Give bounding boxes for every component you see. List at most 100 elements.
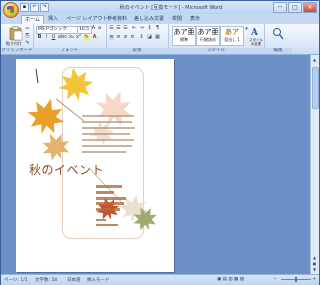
event-detail-line	[96, 197, 126, 200]
copy-icon[interactable]: ⎘	[25, 34, 30, 39]
bullets-icon[interactable]: ☰	[109, 26, 114, 31]
align-right-icon[interactable]: ≡	[123, 35, 128, 40]
language-indicator[interactable]: 日本語	[67, 277, 81, 283]
highlight-icon[interactable]: ✎	[84, 35, 89, 40]
close-button[interactable]: ✕	[303, 2, 317, 13]
office-button[interactable]	[3, 2, 19, 18]
styles-group: あア亜 標準 あア亜 行間詰め あア 見出し 1 ▾ A スタイルの変更 スタイ…	[168, 24, 265, 54]
event-detail-line	[96, 208, 120, 211]
zoom-slider-thumb[interactable]	[295, 277, 297, 282]
line-spacing-icon[interactable]: ↕	[139, 35, 144, 40]
grow-font-icon[interactable]: A	[91, 26, 96, 31]
body-text-line	[82, 151, 126, 153]
style-no-spacing-preview: あア亜	[197, 28, 219, 36]
vertical-scrollbar[interactable]: ▲ ▲ ● ▼	[310, 55, 319, 274]
superscript-icon[interactable]: x²	[76, 35, 81, 40]
svg-text:A: A	[250, 28, 259, 37]
tab-view[interactable]: 表示	[187, 15, 203, 24]
bold-icon[interactable]: B	[37, 35, 42, 40]
style-normal-label: 標準	[180, 37, 188, 42]
tab-review[interactable]: 校閲	[169, 15, 185, 24]
decrease-indent-icon[interactable]: ⇤	[132, 26, 137, 31]
body-text-line	[82, 145, 132, 147]
strikethrough-icon[interactable]: abc	[58, 35, 67, 40]
ribbon: 貼り付け ✂ ⎘ ✎ クリップボード MS Pゴシック 10.5 A a B I…	[1, 24, 319, 55]
body-text-line	[82, 139, 134, 141]
shading-icon[interactable]: ◪	[147, 35, 152, 40]
borders-icon[interactable]: ▦	[155, 35, 160, 40]
minimize-button[interactable]: ─	[273, 2, 287, 13]
ribbon-tabs: ホーム 挿入 ページ レイアウト 参考資料 差し込み文書 校閲 表示	[1, 14, 319, 25]
scroll-up-icon[interactable]: ▲	[312, 57, 317, 62]
document-page[interactable]: 秋のイベント	[16, 59, 174, 272]
cut-icon[interactable]: ✂	[25, 27, 30, 32]
event-detail-line	[96, 202, 124, 205]
font-group: MS Pゴシック 10.5 A a B I U abc x₂ x² ✎ A フォ…	[33, 24, 107, 54]
next-page-icon[interactable]: ▼	[312, 267, 317, 272]
title-bar: ▪ ↶ ↷ 秋のイベント [互換モード] - Microsoft Word ─ …	[1, 1, 319, 15]
format-painter-icon[interactable]: ✎	[25, 41, 30, 46]
styles-more-icon[interactable]: ▾	[244, 27, 249, 32]
view-buttons: ▣ ▤ ▥ ▦ ▧	[217, 277, 244, 282]
style-normal-preview: あア亜	[173, 28, 195, 36]
change-styles-icon[interactable]: A	[250, 27, 262, 37]
scroll-thumb[interactable]	[312, 67, 319, 109]
window-controls: ─ □ ✕	[273, 2, 317, 13]
word-count[interactable]: 文字数: 58	[35, 277, 57, 283]
show-marks-icon[interactable]: ¶	[155, 26, 160, 31]
justify-icon[interactable]: ≡	[130, 35, 135, 40]
page-count[interactable]: ページ: 1/1	[4, 277, 28, 283]
maximize-button[interactable]: □	[288, 2, 302, 13]
event-detail-line	[96, 219, 106, 221]
paragraph-group-label: 段落	[106, 48, 168, 54]
font-color-icon[interactable]: A	[92, 35, 97, 40]
status-bar: ページ: 1/1 文字数: 58 日本語 挿入モード ▣ ▤ ▥ ▦ ▧ − +	[1, 274, 319, 285]
tab-insert[interactable]: 挿入	[45, 15, 61, 24]
italic-icon[interactable]: I	[44, 35, 49, 40]
tab-references[interactable]: 参考資料	[104, 15, 130, 24]
shrink-font-icon[interactable]: a	[97, 26, 102, 31]
subscript-icon[interactable]: x₂	[69, 35, 74, 40]
style-heading-1-label: 見出し 1	[224, 37, 240, 42]
numbering-icon[interactable]: ☰	[116, 26, 121, 31]
editing-group: 編集	[264, 24, 292, 54]
underline-icon[interactable]: U	[51, 35, 56, 40]
font-group-label: フォント	[33, 48, 106, 54]
insert-mode-indicator[interactable]: 挿入モード	[87, 277, 110, 283]
save-icon[interactable]: ▪	[20, 3, 29, 12]
redo-icon[interactable]: ↷	[40, 3, 49, 12]
style-normal[interactable]: あア亜 標準	[172, 26, 196, 46]
font-name-select[interactable]: MS Pゴシック	[36, 26, 78, 34]
paste-label[interactable]: 貼り付け	[6, 41, 22, 47]
align-center-icon[interactable]: ≡	[116, 35, 121, 40]
event-detail-line	[96, 191, 114, 194]
change-styles-label[interactable]: スタイルの変更	[248, 38, 264, 46]
paragraph-group: ☰ ☰ ☰ ⇤ ⇥ ↕ ¶ ≡ ≡ ≡ ≡ ↕ ◪ ▦ 段落	[106, 24, 169, 54]
find-icon[interactable]	[272, 27, 284, 41]
font-size-select[interactable]: 10.5	[77, 26, 92, 34]
zoom-out-icon[interactable]: −	[273, 277, 277, 282]
style-heading-1[interactable]: あア 見出し 1	[220, 26, 244, 46]
clipboard-group-label: クリップボード	[1, 48, 33, 54]
event-detail-line	[96, 224, 118, 226]
paste-icon[interactable]	[9, 26, 23, 41]
previous-page-icon[interactable]: ▲	[312, 255, 317, 260]
event-detail-line	[96, 185, 122, 188]
align-left-icon[interactable]: ≡	[109, 35, 114, 40]
multilevel-list-icon[interactable]: ☰	[123, 26, 128, 31]
style-no-spacing[interactable]: あア亜 行間詰め	[196, 26, 220, 46]
undo-icon[interactable]: ↶	[30, 3, 39, 12]
increase-indent-icon[interactable]: ⇥	[139, 26, 144, 31]
document-title: 秋のイベント	[29, 163, 105, 177]
body-text-line	[82, 121, 132, 123]
zoom-in-icon[interactable]: +	[312, 277, 316, 282]
body-text-line	[82, 133, 130, 135]
style-no-spacing-label: 行間詰め	[200, 37, 216, 42]
clipboard-group: 貼り付け ✂ ⎘ ✎ クリップボード	[1, 24, 34, 54]
sort-icon[interactable]: ↕	[147, 26, 152, 31]
body-text-line	[82, 127, 135, 129]
stem-mark	[35, 68, 39, 84]
tab-mailings[interactable]: 差し込み文書	[131, 15, 167, 24]
browse-object-icon[interactable]: ●	[312, 261, 317, 266]
word-window: ▪ ↶ ↷ 秋のイベント [互換モード] - Microsoft Word ─ …	[0, 0, 320, 285]
